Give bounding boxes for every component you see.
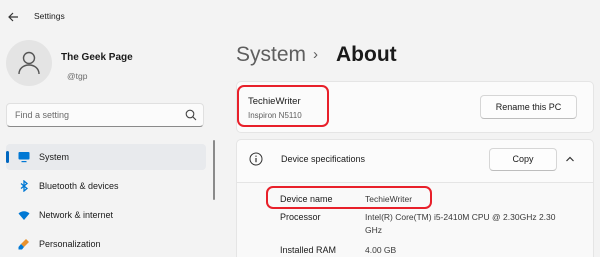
chevron-up-icon[interactable] (565, 154, 575, 164)
device-name-highlight (266, 186, 432, 209)
sidebar-item-label: System (39, 152, 70, 162)
breadcrumb-separator: › (313, 46, 318, 63)
sidebar-item-system[interactable]: System (6, 144, 206, 170)
spec-label-processor: Processor (280, 212, 321, 222)
window-title: Settings (34, 11, 65, 21)
breadcrumb-parent[interactable]: System (236, 43, 306, 67)
rename-pc-button[interactable]: Rename this PC (480, 95, 577, 119)
person-icon (18, 51, 40, 75)
profile-handle: @tgp (67, 71, 88, 81)
avatar[interactable] (6, 40, 52, 86)
info-icon (249, 152, 263, 166)
device-specs-title: Device specifications (281, 154, 366, 164)
sidebar-item-bluetooth[interactable]: Bluetooth & devices (6, 173, 206, 199)
spec-value-processor: Intel(R) Core(TM) i5-2410M CPU @ 2.30GHz… (365, 212, 556, 235)
back-arrow-icon[interactable] (6, 10, 20, 24)
wifi-icon (18, 211, 30, 220)
sidebar-item-label: Personalization (39, 239, 101, 249)
monitor-icon (18, 152, 30, 163)
brush-icon (18, 239, 29, 250)
search-icon (185, 109, 197, 121)
bluetooth-icon (20, 180, 29, 192)
sidebar-item-label: Bluetooth & devices (39, 181, 119, 191)
sidebar-item-network[interactable]: Network & internet (6, 202, 206, 228)
pc-name-highlight (237, 85, 329, 127)
search-placeholder: Find a setting (15, 110, 70, 120)
sidebar-item-label: Network & internet (39, 210, 114, 220)
spec-value-ram: 4.00 GB (365, 245, 397, 255)
profile-name: The Geek Page (61, 52, 133, 63)
spec-label-ram: Installed RAM (280, 245, 337, 255)
copy-button[interactable]: Copy (489, 148, 557, 171)
search-input[interactable]: Find a setting (6, 103, 204, 127)
page-title: About (336, 43, 397, 66)
active-indicator (6, 151, 9, 163)
sidebar-scrollbar[interactable] (213, 140, 215, 200)
sidebar-item-personalization[interactable]: Personalization (6, 231, 206, 257)
